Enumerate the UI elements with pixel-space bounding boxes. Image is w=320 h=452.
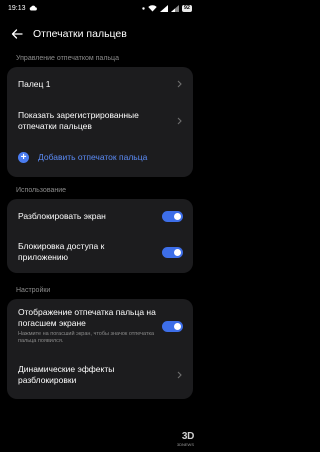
app-lock-toggle[interactable] bbox=[162, 246, 183, 258]
card-usage: Разблокировать экран Блокировка доступа … bbox=[7, 199, 193, 273]
unlock-screen-toggle[interactable] bbox=[162, 210, 183, 222]
list-item-show-on-screen-off[interactable]: Отображение отпечатка пальца на погасшем… bbox=[18, 307, 183, 345]
cell-signal-icon bbox=[159, 4, 168, 12]
unlock-effects-label: Динамические эффекты разблокировки bbox=[18, 364, 115, 385]
show-on-screen-off-label: Отображение отпечатка пальца на погасшем… bbox=[18, 307, 156, 328]
list-item-unlock-effects[interactable]: Динамические эффекты разблокировки bbox=[18, 363, 183, 387]
plus-icon: + bbox=[18, 151, 29, 163]
toggle-knob bbox=[174, 248, 181, 256]
back-button[interactable] bbox=[8, 25, 26, 43]
app-lock-label: Блокировка доступа к приложению bbox=[18, 241, 105, 262]
cloud-icon bbox=[29, 5, 37, 11]
list-item-show-fingerprints[interactable]: Показать зарегистрированные отпечатки па… bbox=[18, 108, 183, 134]
list-item-finger-1[interactable]: Палец 1 bbox=[18, 77, 183, 91]
show-on-screen-off-toggle[interactable] bbox=[162, 321, 183, 332]
watermark-site-text: 3DNEWS bbox=[176, 442, 194, 447]
card-settings: Отображение отпечатка пальца на погасшем… bbox=[7, 299, 193, 399]
status-time: 19:13 bbox=[8, 4, 26, 12]
chevron-right-icon bbox=[175, 371, 183, 379]
status-bar: 19:13 92 bbox=[0, 0, 200, 16]
watermark-logo: 3D 3DNEWS bbox=[177, 431, 194, 447]
toggle-knob bbox=[174, 323, 181, 330]
cell-signal-2-icon bbox=[170, 4, 179, 12]
watermark-logo-text: 3D bbox=[181, 431, 194, 442]
add-fingerprint-label: Добавить отпечаток пальца bbox=[38, 152, 148, 162]
show-fingerprints-label: Показать зарегистрированные отпечатки па… bbox=[18, 110, 139, 131]
signal-dot-icon bbox=[142, 6, 145, 10]
battery-icon: 92 bbox=[181, 4, 192, 12]
add-fingerprint-button[interactable]: + Добавить отпечаток пальца bbox=[18, 150, 183, 164]
chevron-right-icon bbox=[175, 117, 183, 125]
list-item-unlock-screen[interactable]: Разблокировать экран bbox=[18, 209, 183, 223]
show-on-screen-off-sublabel: Нажмите на погасший экран, чтобы значок … bbox=[18, 331, 155, 344]
page-title: Отпечатки пальцев bbox=[33, 28, 127, 40]
section-label-manage: Управление отпечатком пальца bbox=[16, 55, 119, 62]
section-label-settings: Настройки bbox=[16, 287, 51, 294]
toggle-knob bbox=[174, 212, 181, 220]
arrow-left-icon bbox=[11, 29, 23, 39]
wifi-icon bbox=[148, 4, 157, 11]
finger-1-label: Палец 1 bbox=[18, 78, 51, 89]
unlock-screen-label: Разблокировать экран bbox=[18, 210, 106, 221]
chevron-right-icon bbox=[175, 80, 183, 88]
card-manage: Палец 1 Показать зарегистрированные отпе… bbox=[7, 67, 193, 177]
list-item-app-lock[interactable]: Блокировка доступа к приложению bbox=[18, 240, 183, 264]
header: Отпечатки пальцев bbox=[0, 24, 200, 44]
section-label-usage: Использование bbox=[16, 187, 67, 194]
